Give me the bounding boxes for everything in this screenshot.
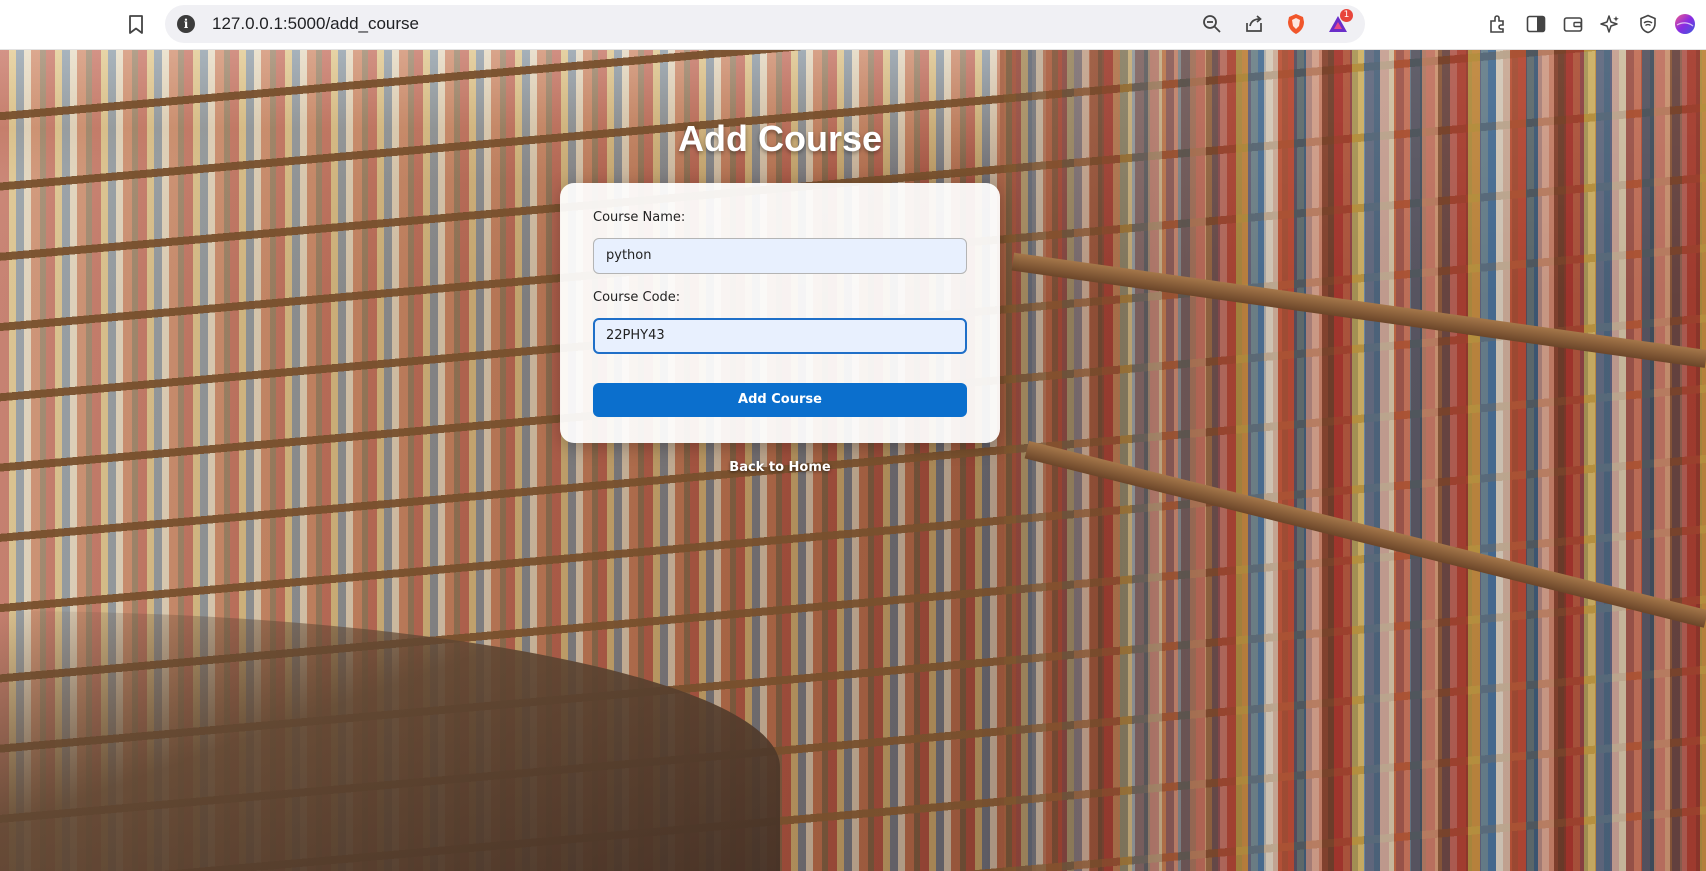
sidebar-icon[interactable] xyxy=(1525,13,1547,35)
course-code-label: Course Code: xyxy=(593,290,681,305)
browser-toolbar: i 127.0.0.1:5000/add_course 1 xyxy=(0,0,1706,50)
extensions-icon[interactable] xyxy=(1487,13,1509,35)
add-course-form: Course Name: python Course Code: 22PHY43… xyxy=(560,183,1000,443)
share-icon[interactable] xyxy=(1243,13,1265,35)
page-title: Add Course xyxy=(677,118,882,159)
zoom-out-icon[interactable] xyxy=(1201,13,1223,35)
course-name-label: Course Name: xyxy=(593,210,686,225)
back-to-home-link-text[interactable]: Back to Home xyxy=(729,460,830,475)
profile-avatar-icon[interactable] xyxy=(1674,13,1696,35)
leo-ai-icon[interactable] xyxy=(1599,13,1621,35)
url-text[interactable]: 127.0.0.1:5000/add_course xyxy=(212,14,419,34)
add-course-button[interactable]: Add Course xyxy=(593,383,967,417)
course-name-input[interactable]: python xyxy=(593,238,967,274)
wallet-icon[interactable] xyxy=(1562,13,1584,35)
page-content: Add Course Course Name: python Course Co… xyxy=(0,50,1706,871)
address-bar[interactable]: i 127.0.0.1:5000/add_course 1 xyxy=(165,5,1365,43)
brave-rewards-icon[interactable]: 1 xyxy=(1327,9,1353,35)
brave-shield-icon[interactable] xyxy=(1285,13,1307,35)
back-to-home-link: Back to Home xyxy=(0,460,1560,475)
site-info-icon[interactable]: i xyxy=(177,15,195,33)
notification-badge: 1 xyxy=(1340,9,1353,22)
vpn-icon[interactable] xyxy=(1637,13,1659,35)
bookmark-icon[interactable] xyxy=(124,13,148,37)
course-code-input[interactable]: 22PHY43 xyxy=(593,318,967,354)
